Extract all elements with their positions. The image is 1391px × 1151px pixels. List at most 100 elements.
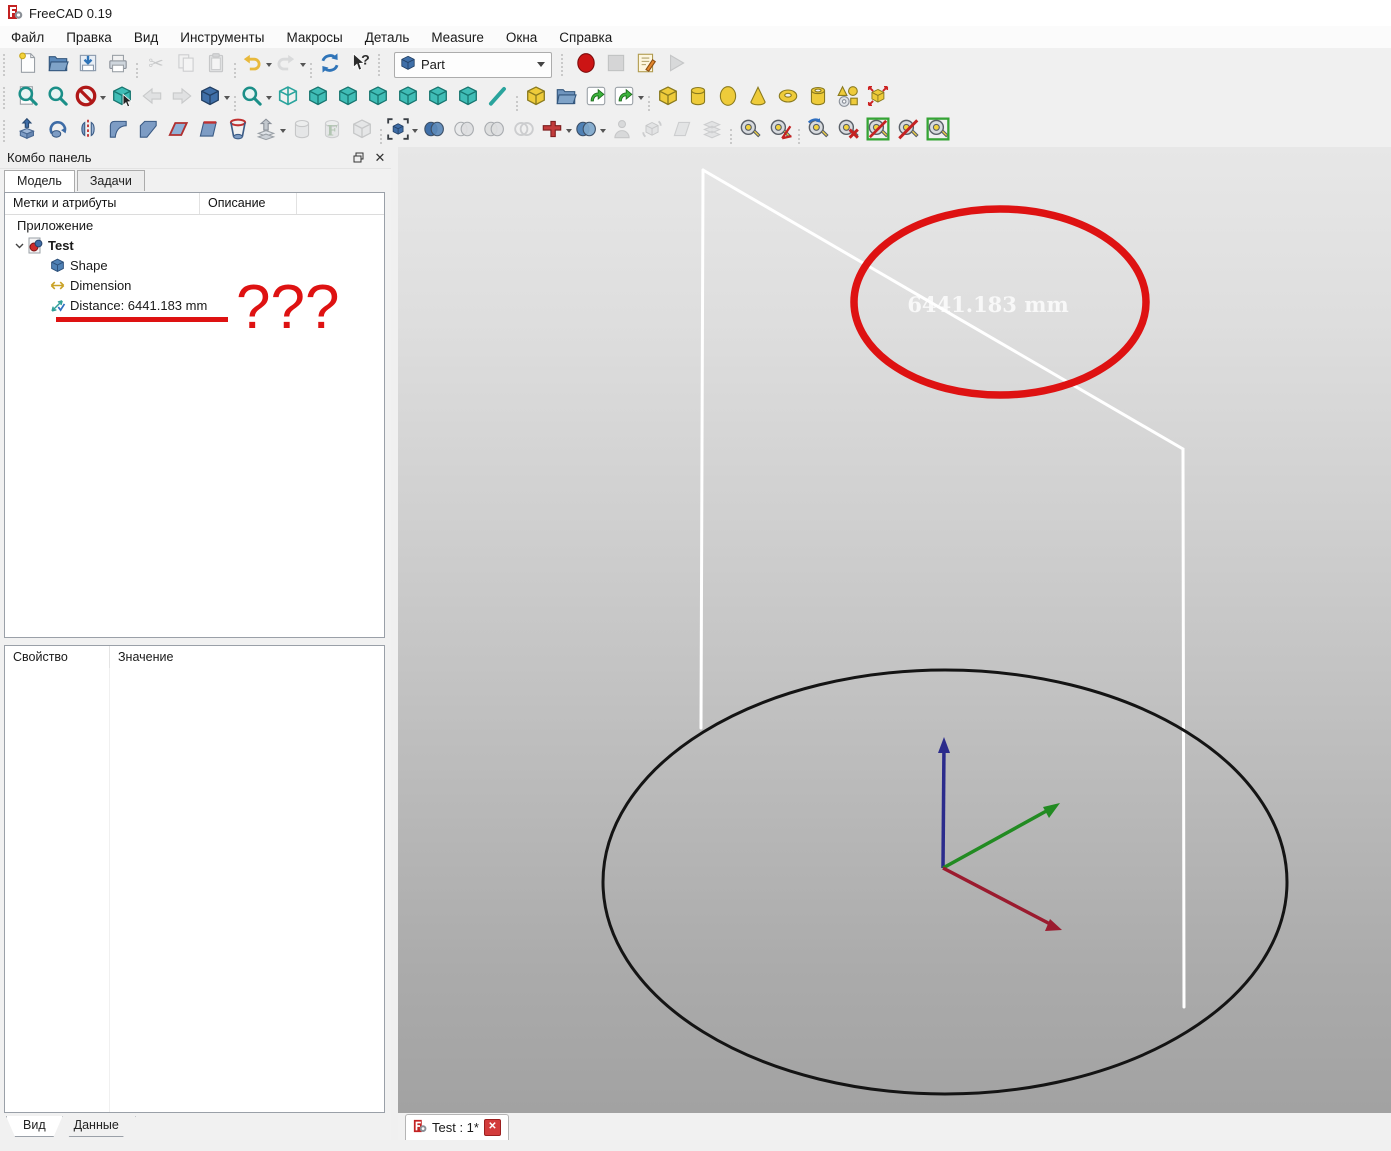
dropdown-arrow-icon[interactable] bbox=[266, 95, 272, 100]
chamfer-button[interactable] bbox=[134, 117, 162, 145]
connect-button[interactable] bbox=[540, 117, 572, 145]
copy-button[interactable] bbox=[172, 51, 200, 79]
view-axonometric-button[interactable] bbox=[274, 84, 302, 112]
view-rear-button[interactable] bbox=[394, 84, 422, 112]
dropdown-arrow-icon[interactable] bbox=[280, 128, 286, 133]
create-group-button[interactable] bbox=[552, 84, 580, 112]
measure-angular-button[interactable] bbox=[766, 117, 794, 145]
property-column-name[interactable]: Свойство bbox=[5, 646, 110, 672]
refresh-button[interactable] bbox=[316, 51, 344, 79]
primitive-sphere-button[interactable] bbox=[714, 84, 742, 112]
nav-back-button[interactable] bbox=[138, 84, 166, 112]
toolbar-handle[interactable] bbox=[378, 53, 385, 76]
dropdown-arrow-icon[interactable] bbox=[638, 95, 644, 100]
defeaturing-button[interactable] bbox=[638, 117, 666, 145]
primitive-cylinder-button[interactable] bbox=[684, 84, 712, 112]
dropdown-arrow-icon[interactable] bbox=[100, 95, 106, 100]
bottom-tab-view[interactable]: Вид bbox=[6, 1116, 63, 1137]
macro-edit-button[interactable] bbox=[632, 51, 660, 79]
menu-edit[interactable]: Правка bbox=[55, 28, 123, 47]
whats-this-button[interactable]: ? bbox=[346, 51, 374, 79]
cut-boolean-button[interactable] bbox=[450, 117, 478, 145]
loft-button[interactable] bbox=[224, 117, 252, 145]
tree-item-shape[interactable]: Shape bbox=[5, 255, 384, 275]
tree-item-test[interactable]: Test bbox=[5, 235, 384, 255]
menu-macros[interactable]: Макросы bbox=[275, 28, 353, 47]
check-geometry-button[interactable] bbox=[608, 117, 636, 145]
toggle-measurement-delta-button[interactable] bbox=[894, 117, 922, 145]
tree-item-distance[interactable]: Distance: 6441.183 mm bbox=[5, 295, 384, 315]
primitive-cone-button[interactable] bbox=[744, 84, 772, 112]
document-tab[interactable]: Test : 1* ✕ bbox=[405, 1114, 509, 1140]
measure-clear-all-button[interactable] bbox=[834, 117, 862, 145]
document-tab-close-button[interactable]: ✕ bbox=[483, 1119, 501, 1136]
measure-linear-button[interactable] bbox=[736, 117, 764, 145]
new-file-button[interactable] bbox=[14, 51, 42, 79]
dropdown-arrow-icon[interactable] bbox=[412, 128, 418, 133]
open-file-button[interactable] bbox=[44, 51, 72, 79]
redo-button[interactable] bbox=[274, 51, 306, 79]
slice-stack-button[interactable] bbox=[698, 117, 726, 145]
macro-stop-button[interactable] bbox=[602, 51, 630, 79]
union-button[interactable] bbox=[480, 117, 508, 145]
3d-viewport[interactable]: 6441.183 mm bbox=[398, 147, 1391, 1113]
view-front-button[interactable] bbox=[304, 84, 332, 112]
dropdown-arrow-icon[interactable] bbox=[300, 62, 306, 67]
view-left-button[interactable] bbox=[454, 84, 482, 112]
save-button[interactable] bbox=[74, 51, 102, 79]
float-panel-button[interactable] bbox=[347, 149, 369, 167]
cross-sections-button[interactable] bbox=[288, 117, 316, 145]
fit-all-button[interactable] bbox=[14, 84, 42, 112]
split-button[interactable] bbox=[574, 117, 606, 145]
create-primitives-button[interactable] bbox=[834, 84, 862, 112]
menu-file[interactable]: Файл bbox=[0, 28, 55, 47]
convert-shape-button[interactable] bbox=[668, 117, 696, 145]
macro-record-button[interactable] bbox=[572, 51, 600, 79]
ruled-surface-button[interactable] bbox=[194, 117, 222, 145]
primitive-box-button[interactable] bbox=[654, 84, 682, 112]
nav-forward-button[interactable] bbox=[168, 84, 196, 112]
tree-root-application[interactable]: Приложение bbox=[5, 215, 384, 235]
paste-button[interactable] bbox=[202, 51, 230, 79]
menu-tools[interactable]: Инструменты bbox=[169, 28, 275, 47]
toolbar-handle[interactable] bbox=[3, 53, 10, 76]
print-button[interactable] bbox=[104, 51, 132, 79]
offset-button[interactable]: F bbox=[318, 117, 346, 145]
sweep-button[interactable] bbox=[254, 117, 286, 145]
tree-column-description[interactable]: Описание bbox=[200, 193, 297, 214]
make-link-button[interactable] bbox=[582, 84, 610, 112]
macro-play-button[interactable] bbox=[662, 51, 690, 79]
tree-expander-test[interactable] bbox=[11, 241, 27, 250]
toolbar-handle[interactable] bbox=[3, 119, 10, 142]
view-right-button[interactable] bbox=[364, 84, 392, 112]
menu-help[interactable]: Справка bbox=[548, 28, 623, 47]
menu-measure[interactable]: Measure bbox=[420, 28, 495, 47]
undo-button[interactable] bbox=[240, 51, 272, 79]
mirror-button[interactable] bbox=[74, 117, 102, 145]
toggle-measurement-3d-button[interactable] bbox=[864, 117, 892, 145]
dropdown-arrow-icon[interactable] bbox=[224, 95, 230, 100]
shape-builder-button[interactable] bbox=[864, 84, 892, 112]
tab-model[interactable]: Модель bbox=[4, 170, 75, 192]
create-part-button[interactable] bbox=[522, 84, 550, 112]
zoom-button[interactable] bbox=[240, 84, 272, 112]
close-panel-button[interactable]: ✕ bbox=[369, 149, 391, 167]
toolbar-handle[interactable] bbox=[3, 86, 10, 109]
toggle-measurement-all-button[interactable] bbox=[924, 117, 952, 145]
tab-tasks[interactable]: Задачи bbox=[76, 170, 145, 191]
box-selection-button[interactable] bbox=[108, 84, 136, 112]
fillet-button[interactable] bbox=[104, 117, 132, 145]
view-bottom-button[interactable] bbox=[424, 84, 452, 112]
dropdown-arrow-icon[interactable] bbox=[266, 62, 272, 67]
bottom-tab-data[interactable]: Данные bbox=[56, 1116, 136, 1137]
toolbar-handle[interactable] bbox=[561, 53, 568, 76]
navigation-style-button[interactable] bbox=[74, 84, 106, 112]
dropdown-arrow-icon[interactable] bbox=[566, 128, 572, 133]
make-face-button[interactable] bbox=[164, 117, 192, 145]
menu-view[interactable]: Вид bbox=[123, 28, 169, 47]
view-top-button[interactable] bbox=[334, 84, 362, 112]
pen-line-button[interactable] bbox=[484, 84, 512, 112]
workbench-selector[interactable]: Part bbox=[394, 51, 552, 78]
fit-selection-button[interactable] bbox=[44, 84, 72, 112]
shape-edge-left[interactable] bbox=[699, 168, 705, 730]
